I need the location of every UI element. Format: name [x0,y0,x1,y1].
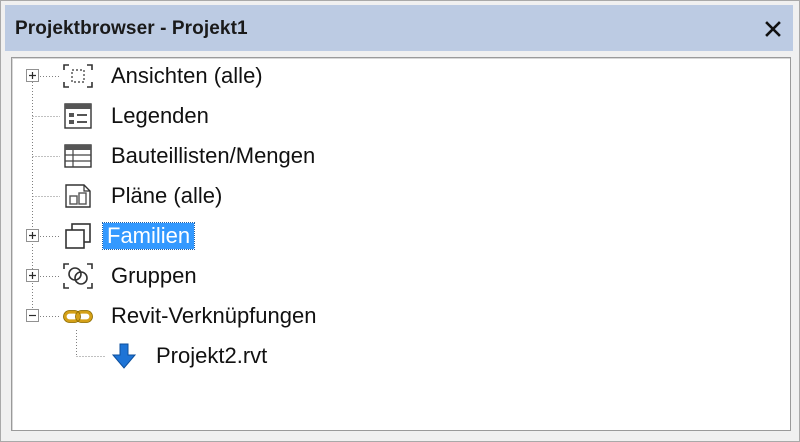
families-icon [62,221,94,251]
tree-item-legends[interactable]: Legenden [12,98,712,134]
tree-item-label: Projekt2.rvt [156,343,268,368]
title-bar[interactable]: Projektbrowser - Projekt1 [5,5,793,51]
arrow-down-icon [108,341,140,371]
groups-icon [62,261,94,291]
tree-item-schedules[interactable]: Bauteillisten/Mengen [12,138,712,174]
window-title: Projektbrowser - Projekt1 [15,18,248,39]
tree-item-label: Pläne (alle) [111,183,223,208]
schedule-icon [62,141,94,171]
legend-icon [62,101,94,131]
tree-item-label: Bauteillisten/Mengen [111,143,316,168]
tree-item-families[interactable]: Familien [12,218,712,254]
tree-item-groups[interactable]: Gruppen [12,258,712,294]
expand-plus-icon[interactable] [26,269,39,282]
expand-plus-icon[interactable] [26,69,39,82]
collapse-minus-icon[interactable] [26,309,39,322]
tree-item-label: Familien [101,222,196,250]
expand-plus-icon[interactable] [26,229,39,242]
project-tree[interactable]: Ansichten (alle) Legenden Bauteillisten/… [11,57,791,431]
tree-item-label: Revit-Verknüpfungen [111,303,317,328]
views-icon [62,61,94,91]
tree-item-views[interactable]: Ansichten (alle) [12,58,712,94]
tree-item-label: Legenden [111,103,209,128]
sheets-icon [62,181,94,211]
project-browser-window: Projektbrowser - Projekt1 Ansichten (all… [0,0,800,442]
tree-item-label: Gruppen [111,263,197,288]
tree-item-revit-links[interactable]: Revit-Verknüpfungen [12,298,712,334]
tree-item-sheets[interactable]: Pläne (alle) [12,178,712,214]
close-icon[interactable] [761,17,785,41]
tree-item-linked-project[interactable]: Projekt2.rvt [12,338,712,374]
link-chain-icon [62,301,94,331]
tree-item-label: Ansichten (alle) [111,63,263,88]
